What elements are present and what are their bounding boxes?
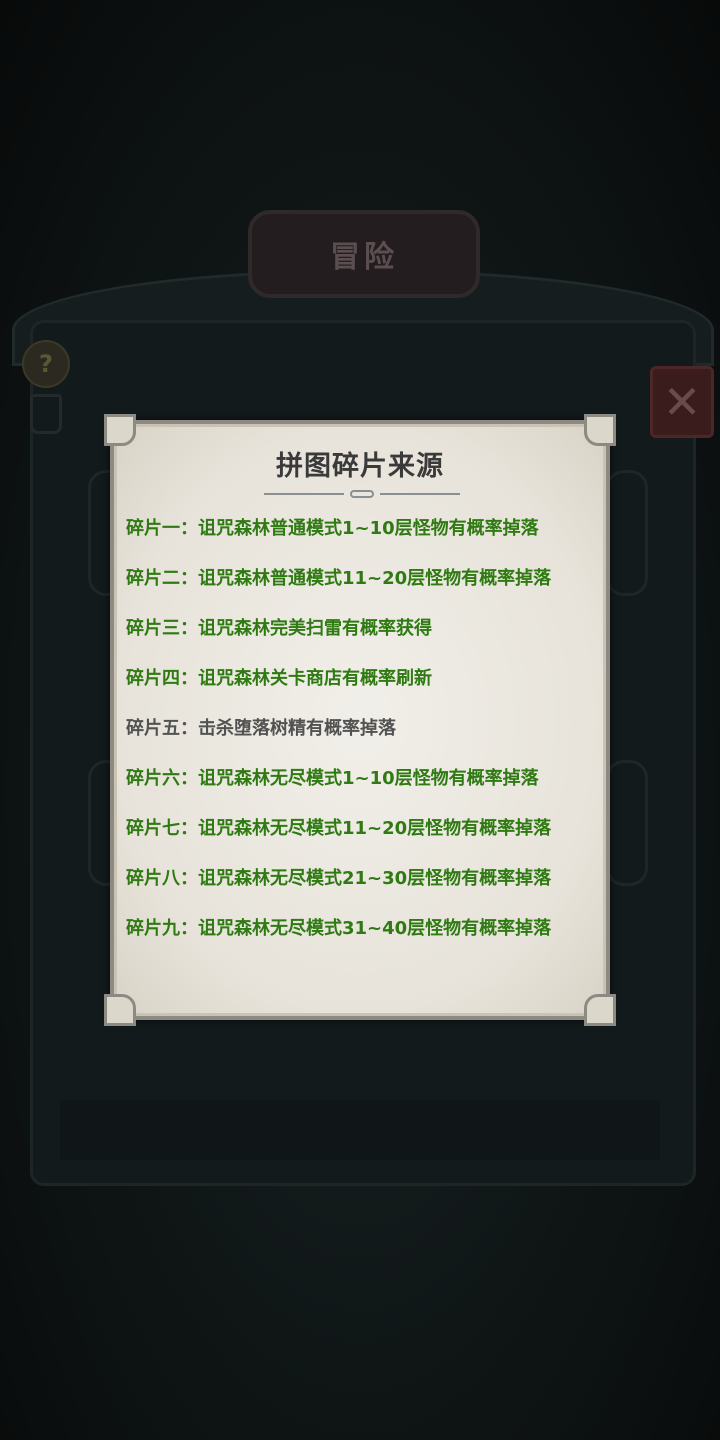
fragment-source-text: 诅咒森林无尽模式1~10层怪物有概率掉落 bbox=[198, 768, 539, 789]
source-item: 碎片二：诅咒森林普通模式11~20层怪物有概率掉落 bbox=[126, 564, 606, 614]
background-title-plaque: 冒险 bbox=[248, 210, 480, 298]
source-list: 碎片一：诅咒森林普通模式1~10层怪物有概率掉落 碎片二：诅咒森林普通模式11~… bbox=[126, 514, 606, 964]
source-item: 碎片六：诅咒森林无尽模式1~10层怪物有概率掉落 bbox=[126, 764, 606, 814]
background-title: 冒险 bbox=[330, 240, 398, 275]
source-item: 碎片三：诅咒森林完美扫雷有概率获得 bbox=[126, 614, 606, 664]
corner-ornament bbox=[584, 414, 616, 446]
fragment-label: 碎片二： bbox=[126, 568, 198, 589]
fragment-source-text: 击杀堕落树精有概率掉落 bbox=[198, 718, 396, 739]
fragment-label: 碎片四： bbox=[126, 668, 198, 689]
fragment-source-text: 诅咒森林完美扫雷有概率获得 bbox=[198, 618, 432, 639]
fragment-source-text: 诅咒森林无尽模式31~40层怪物有概率掉落 bbox=[198, 918, 552, 939]
lantern-icon bbox=[30, 394, 62, 434]
fragment-source-text: 诅咒森林关卡商店有概率刷新 bbox=[198, 668, 432, 689]
source-item: 碎片五：击杀堕落树精有概率掉落 bbox=[126, 714, 606, 764]
frame-ornament bbox=[606, 470, 648, 596]
question-icon[interactable]: ? bbox=[22, 340, 70, 388]
corner-ornament bbox=[104, 994, 136, 1026]
corner-ornament bbox=[104, 414, 136, 446]
source-item: 碎片一：诅咒森林普通模式1~10层怪物有概率掉落 bbox=[126, 514, 606, 564]
frame-ornament bbox=[606, 760, 648, 886]
background-floor bbox=[60, 1100, 660, 1160]
source-item: 碎片七：诅咒森林无尽模式11~20层怪物有概率掉落 bbox=[126, 814, 606, 864]
corner-ornament bbox=[584, 994, 616, 1026]
fragment-label: 碎片六： bbox=[126, 768, 198, 789]
fragment-label: 碎片五： bbox=[126, 718, 198, 739]
source-item: 碎片九：诅咒森林无尽模式31~40层怪物有概率掉落 bbox=[126, 914, 606, 964]
fragment-source-text: 诅咒森林普通模式1~10层怪物有概率掉落 bbox=[198, 518, 539, 539]
fragment-label: 碎片八： bbox=[126, 868, 198, 889]
source-item: 碎片八：诅咒森林无尽模式21~30层怪物有概率掉落 bbox=[126, 864, 606, 914]
fragment-source-text: 诅咒森林无尽模式21~30层怪物有概率掉落 bbox=[198, 868, 552, 889]
fragment-label: 碎片三： bbox=[126, 618, 198, 639]
close-x-icon[interactable]: ✕ bbox=[650, 366, 714, 438]
fragment-source-text: 诅咒森林普通模式11~20层怪物有概率掉落 bbox=[198, 568, 552, 589]
fragment-label: 碎片九： bbox=[126, 918, 198, 939]
title-divider bbox=[264, 490, 460, 498]
fragment-label: 碎片七： bbox=[126, 818, 198, 839]
dialog-title: 拼图碎片来源 bbox=[276, 451, 444, 482]
fragment-source-text: 诅咒森林无尽模式11~20层怪物有概率掉落 bbox=[198, 818, 552, 839]
fragment-label: 碎片一： bbox=[126, 518, 198, 539]
source-item: 碎片四：诅咒森林关卡商店有概率刷新 bbox=[126, 664, 606, 714]
fragment-source-dialog: 拼图碎片来源 碎片一：诅咒森林普通模式1~10层怪物有概率掉落 碎片二：诅咒森林… bbox=[104, 414, 616, 1026]
